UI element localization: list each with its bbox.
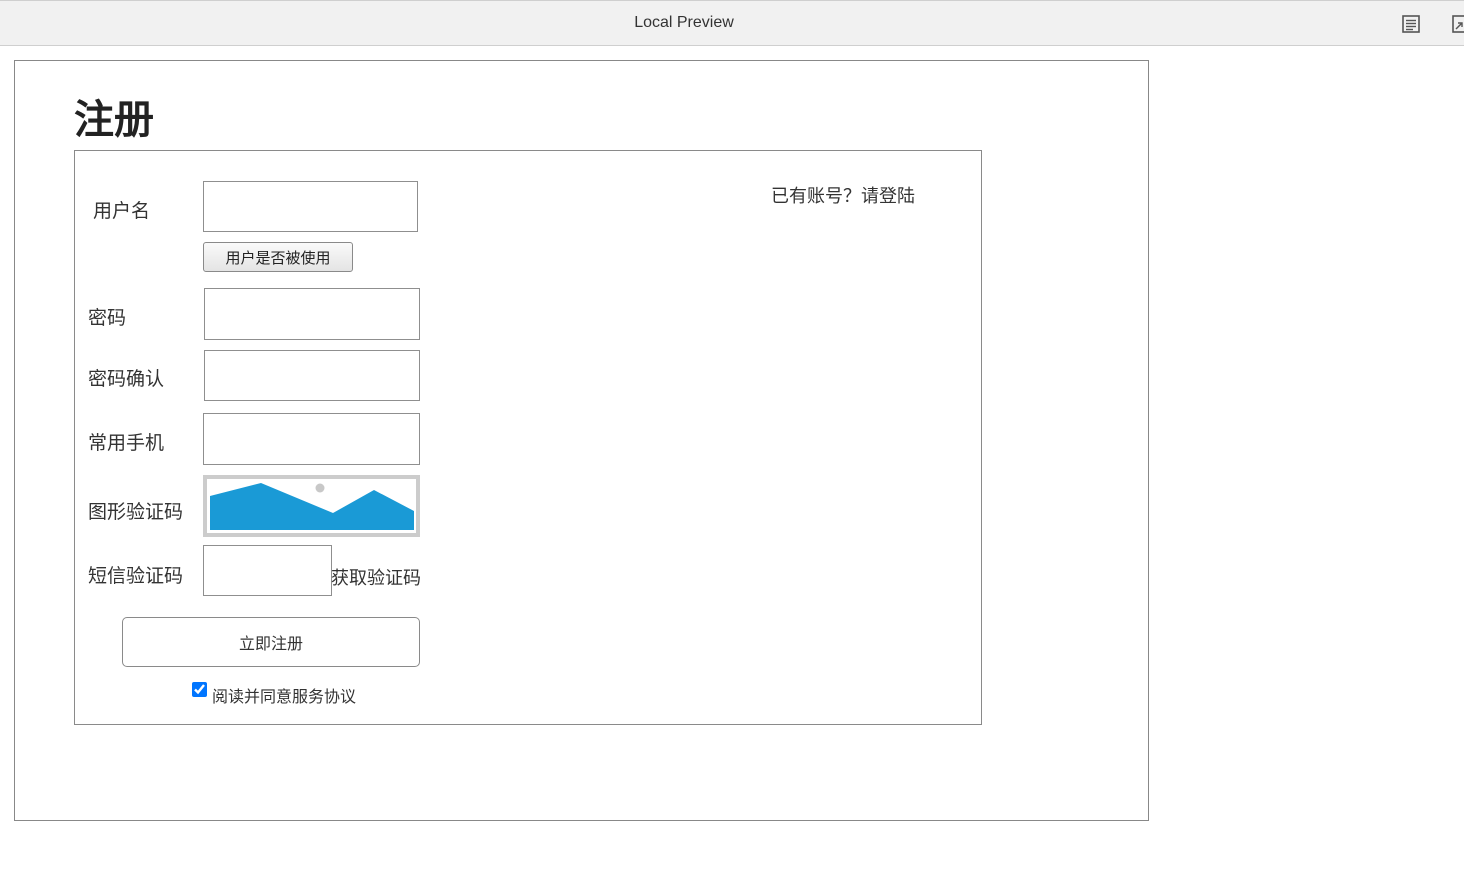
phone-label: 常用手机 [88,432,165,454]
login-link[interactable]: 已有账号？请登陆 [771,182,915,208]
sms-code-field[interactable] [203,545,332,596]
username-field[interactable] [203,181,418,232]
password-confirm-field[interactable] [204,350,420,401]
register-button[interactable]: 立即注册 [122,617,420,667]
sms-code-label: 短信验证码 [88,565,184,587]
expand-icon[interactable] [1451,14,1464,34]
preview-title: Local Preview [634,14,734,31]
image-captcha-label: 图形验证码 [88,501,184,523]
agreement-label: 阅读并同意服务协议 [212,687,357,706]
get-sms-code-link[interactable]: 获取验证码 [331,564,421,590]
password-confirm-label: 密码确认 [88,368,165,390]
page-title: 注册 [74,97,154,143]
username-label: 用户名 [93,200,151,222]
check-username-button[interactable]: 用户是否被使用 [203,242,353,272]
phone-field[interactable] [203,413,420,465]
password-label: 密码 [88,307,127,329]
agreement-checkbox[interactable] [192,682,207,697]
preview-toolbar: Local Preview [0,0,1464,46]
reader-icon[interactable] [1401,14,1421,34]
password-field[interactable] [204,288,420,340]
image-placeholder-icon [210,483,414,530]
image-captcha[interactable] [203,475,420,537]
